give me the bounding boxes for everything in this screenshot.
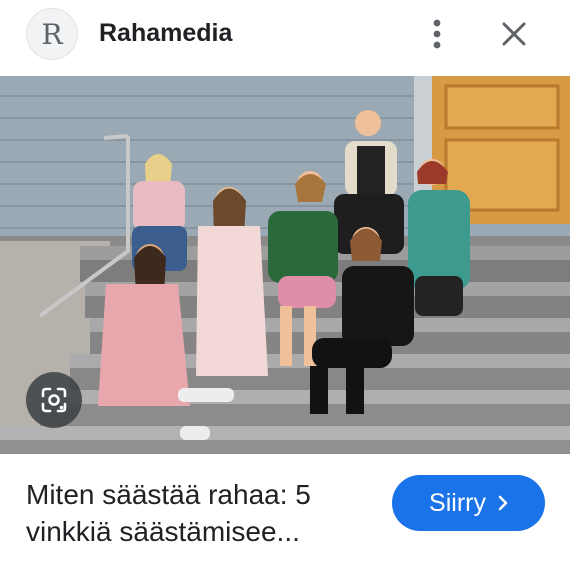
panel-header: R Rahamedia — [0, 0, 570, 76]
result-image[interactable] — [0, 76, 570, 454]
more-options-button[interactable] — [420, 14, 454, 54]
close-icon — [502, 22, 526, 46]
google-lens-button[interactable] — [26, 372, 82, 428]
visit-button-label: Siirry — [429, 488, 486, 517]
result-title[interactable]: Miten säästää rahaa: 5 vinkkiä säästämis… — [26, 476, 376, 550]
site-avatar: R — [26, 8, 78, 60]
group-photo — [0, 76, 570, 454]
more-vert-icon — [433, 19, 441, 49]
close-button[interactable] — [494, 14, 534, 54]
result-title-line-2: vinkkiä säästämisee... — [26, 516, 300, 547]
google-lens-icon — [41, 387, 67, 413]
site-name[interactable]: Rahamedia — [99, 19, 232, 48]
chevron-right-icon — [498, 495, 508, 511]
site-avatar-letter: R — [41, 17, 63, 51]
visit-button[interactable]: Siirry — [392, 475, 545, 531]
result-title-line-1: Miten säästää rahaa: 5 — [26, 479, 311, 510]
